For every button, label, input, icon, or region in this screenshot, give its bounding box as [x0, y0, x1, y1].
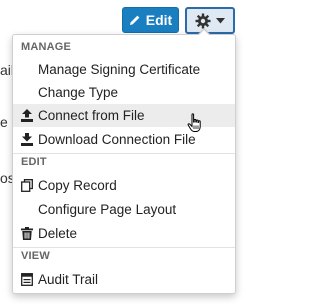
caret-down-icon — [216, 17, 225, 24]
section-header-manage: MANAGE — [21, 41, 72, 53]
menu-item-label: Connect from File — [38, 108, 145, 123]
menu-item-change-type[interactable]: Change Type — [13, 81, 235, 104]
menu-caret-fill — [198, 30, 210, 36]
edit-button-label: Edit — [145, 12, 173, 28]
menu-item-label: Download Connection File — [38, 132, 196, 147]
menu-item-configure-page-layout[interactable]: Configure Page Layout — [13, 198, 235, 221]
list-icon — [21, 273, 33, 287]
menu-item-delete[interactable]: Delete — [13, 222, 235, 245]
upload-icon — [21, 109, 33, 123]
copy-icon — [21, 179, 33, 193]
menu-divider — [13, 247, 235, 248]
menu-item-label: Copy Record — [38, 178, 117, 193]
menu-item-label: Audit Trail — [38, 272, 99, 287]
trash-icon — [21, 227, 33, 241]
edit-button[interactable]: Edit — [122, 7, 179, 33]
download-icon — [21, 133, 33, 147]
gear-icon — [195, 13, 211, 29]
background-text-fragment: e — [0, 114, 8, 130]
menu-item-label: Delete — [38, 226, 78, 241]
section-header-edit: EDIT — [21, 156, 47, 168]
menu-item-copy-record[interactable]: Copy Record — [13, 174, 235, 197]
menu-item-label: Manage Signing Certificate — [38, 62, 201, 77]
section-header-view: VIEW — [21, 250, 50, 262]
menu-item-label: Change Type — [38, 85, 119, 100]
menu-item-audit-trail[interactable]: Audit Trail — [13, 268, 235, 291]
menu-item-manage-signing-certificate[interactable]: Manage Signing Certificate — [13, 58, 235, 81]
hand-pointer-icon — [187, 113, 205, 138]
menu-divider — [13, 153, 235, 154]
settings-dropdown-menu: MANAGE Manage Signing Certificate Change… — [12, 34, 236, 294]
menu-item-label: Configure Page Layout — [38, 202, 177, 217]
pencil-icon — [129, 14, 141, 26]
